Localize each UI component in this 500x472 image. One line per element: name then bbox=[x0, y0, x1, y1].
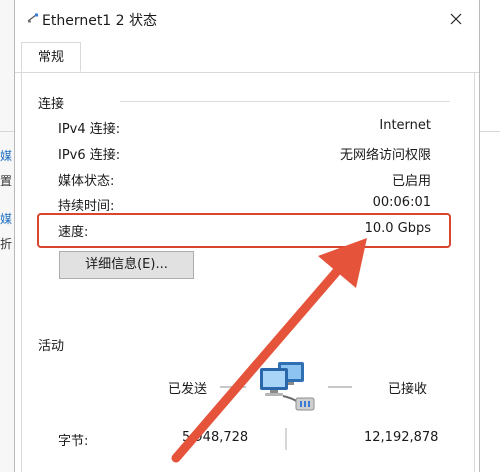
speed-label: 速度: bbox=[58, 225, 89, 240]
background-link-fragment[interactable]: 媒 bbox=[0, 210, 14, 227]
network-computers-icon bbox=[256, 358, 326, 416]
received-dash bbox=[328, 386, 352, 388]
duration-value: 00:06:01 bbox=[372, 195, 431, 210]
ipv4-value: Internet bbox=[379, 118, 431, 133]
connection-group-rule bbox=[120, 101, 450, 102]
background-divider bbox=[0, 131, 14, 132]
title-bar[interactable]: Ethernet1 2 状态 bbox=[15, 0, 479, 38]
background-text-fragment: 置 bbox=[0, 174, 13, 188]
bytes-sent-value: 5,948,728 bbox=[182, 430, 249, 445]
details-button[interactable]: 详细信息(E)... bbox=[59, 251, 194, 279]
background-divider-right bbox=[478, 131, 500, 132]
speed-value: 10.0 Gbps bbox=[364, 221, 431, 236]
tab-general[interactable]: 常规 bbox=[21, 42, 81, 72]
close-button[interactable] bbox=[433, 0, 479, 38]
bytes-separator bbox=[285, 428, 287, 450]
ipv4-label: IPv4 连接: bbox=[58, 122, 121, 137]
tab-strip: 常规 bbox=[15, 42, 479, 73]
close-icon bbox=[450, 13, 462, 25]
media-state-label: 媒体状态: bbox=[58, 174, 115, 189]
received-label: 已接收 bbox=[388, 382, 428, 397]
ipv6-label: IPv6 连接: bbox=[58, 148, 121, 163]
background-link-fragment[interactable]: 媒 bbox=[0, 147, 14, 164]
connection-group-label: 连接 bbox=[38, 97, 65, 112]
sent-dash bbox=[220, 386, 246, 388]
media-state-value: 已启用 bbox=[391, 174, 431, 189]
ipv6-value: 无网络访问权限 bbox=[339, 148, 431, 163]
network-adapter-icon bbox=[27, 12, 39, 24]
sent-label: 已发送 bbox=[168, 382, 208, 397]
bytes-label: 字节: bbox=[58, 434, 89, 449]
duration-label: 持续时间: bbox=[58, 199, 115, 214]
bytes-received-value: 12,192,878 bbox=[364, 430, 439, 445]
activity-group-label: 活动 bbox=[38, 339, 65, 354]
background-text-fragment: 折 bbox=[0, 237, 13, 251]
window-title: Ethernet1 2 状态 bbox=[42, 13, 158, 29]
